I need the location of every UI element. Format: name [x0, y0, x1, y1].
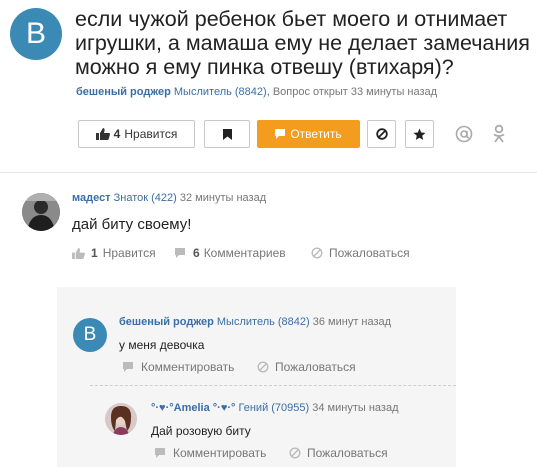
comment-report-label: Пожаловаться [275, 360, 356, 374]
answer-report-label: Пожаловаться [329, 246, 410, 260]
comment-author-link[interactable]: °·♥·°Amelia °·♥·° [151, 402, 235, 414]
report-icon [257, 361, 269, 373]
answer-label: Ответить [290, 127, 342, 141]
avatar-letter: B [83, 324, 97, 345]
answer-meta: мадест Знаток (422) 32 минуты назад [72, 192, 266, 204]
comment-author-avatar[interactable]: B [73, 318, 107, 352]
answer-author-avatar[interactable] [22, 193, 60, 231]
favorite-button[interactable] [405, 120, 434, 148]
comment-reply-button[interactable]: Комментировать [123, 360, 234, 374]
question-open-time: Вопрос открыт 33 минуты назад [272, 86, 438, 98]
question-author-rank: Мыслитель (8842), [173, 86, 270, 98]
bookmark-icon [222, 128, 232, 140]
answer-author-link[interactable]: мадест [72, 192, 111, 204]
like-count: 4 [113, 127, 121, 141]
answer-author-rank: Знаток (422) [113, 192, 177, 204]
question-title: если чужой ребенок бьет моего и отнимает… [75, 7, 530, 79]
comment-icon [155, 448, 165, 458]
block-button[interactable] [367, 120, 396, 148]
star-icon [413, 128, 426, 140]
answer-button[interactable]: Ответить [257, 120, 360, 148]
block-icon [375, 128, 388, 140]
thumbs-up-icon [72, 247, 85, 259]
odnoklassniki-icon [493, 124, 505, 143]
avatar-letter: B [25, 17, 46, 50]
question-meta: бешеный роджер Мыслитель (8842), Вопрос … [76, 86, 437, 98]
comment-time: 36 минут назад [312, 316, 392, 328]
comment-meta: °·♥·°Amelia °·♥·° Гений (70955) 34 минут… [151, 402, 399, 414]
answer-comments-count: 6 [193, 246, 200, 260]
comment-text: у меня девочка [119, 338, 205, 352]
thumbs-up-icon [95, 128, 110, 140]
answer-comments-label: Комментариев [203, 246, 286, 260]
answer-text: дай биту своему! [72, 216, 192, 233]
report-icon [289, 447, 301, 459]
comment-icon [123, 362, 133, 372]
comment-icon [175, 248, 185, 258]
answer-time: 32 минуты назад [179, 192, 267, 204]
comment-report-link[interactable]: Пожаловаться [289, 446, 388, 460]
comment-author-rank: Мыслитель (8842) [216, 316, 310, 328]
thread-divider [90, 385, 456, 386]
divider [0, 172, 537, 173]
share-odnoklassniki-button[interactable] [491, 124, 507, 144]
comment-report-link[interactable]: Пожаловаться [257, 360, 356, 374]
comment-report-label: Пожаловаться [307, 446, 388, 460]
comment-author-rank: Гений (70955) [238, 402, 310, 414]
comment-reply-label: Комментировать [173, 446, 267, 460]
reply-icon [275, 129, 286, 139]
like-button[interactable]: 4 Нравится [78, 120, 195, 148]
like-label: Нравится [124, 127, 178, 141]
comment-text: Дай розовую биту [151, 424, 251, 438]
question-author-avatar[interactable]: B [10, 8, 62, 60]
comment-author-avatar[interactable] [105, 403, 137, 435]
share-email-button[interactable] [454, 124, 474, 144]
at-icon [455, 125, 473, 143]
answer-report-link[interactable]: Пожаловаться [311, 246, 410, 260]
answer-like-button[interactable]: 1 Нравится [72, 246, 156, 260]
comment-time: 34 минуты назад [312, 402, 399, 414]
bookmark-button[interactable] [204, 120, 250, 148]
answer-like-count: 1 [91, 246, 98, 260]
answer-like-label: Нравится [102, 246, 156, 260]
comment-reply-label: Комментировать [141, 360, 235, 374]
question-author-link[interactable]: бешеный роджер [76, 86, 171, 98]
comment-author-link[interactable]: бешеный роджер [119, 316, 214, 328]
report-icon [311, 247, 323, 259]
comment-reply-button[interactable]: Комментировать [155, 446, 266, 460]
answer-comments-link[interactable]: 6 Комментариев [175, 246, 286, 260]
comments-thread [57, 287, 456, 467]
comment-meta: бешеный роджер Мыслитель (8842) 36 минут… [119, 316, 391, 328]
